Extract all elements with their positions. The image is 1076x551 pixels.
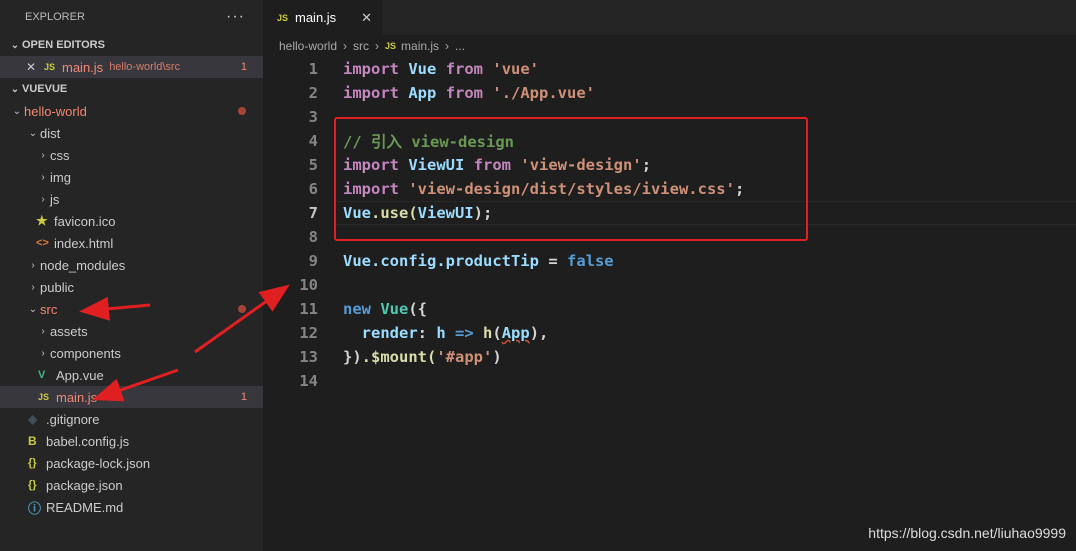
arrow-to-src (79, 296, 151, 321)
annotation-arrows (79, 284, 290, 402)
arrow-to-main-js (92, 368, 179, 402)
arrow-to-editor (194, 284, 290, 354)
watermark: https://blog.csdn.net/liuhao9999 (868, 525, 1066, 541)
